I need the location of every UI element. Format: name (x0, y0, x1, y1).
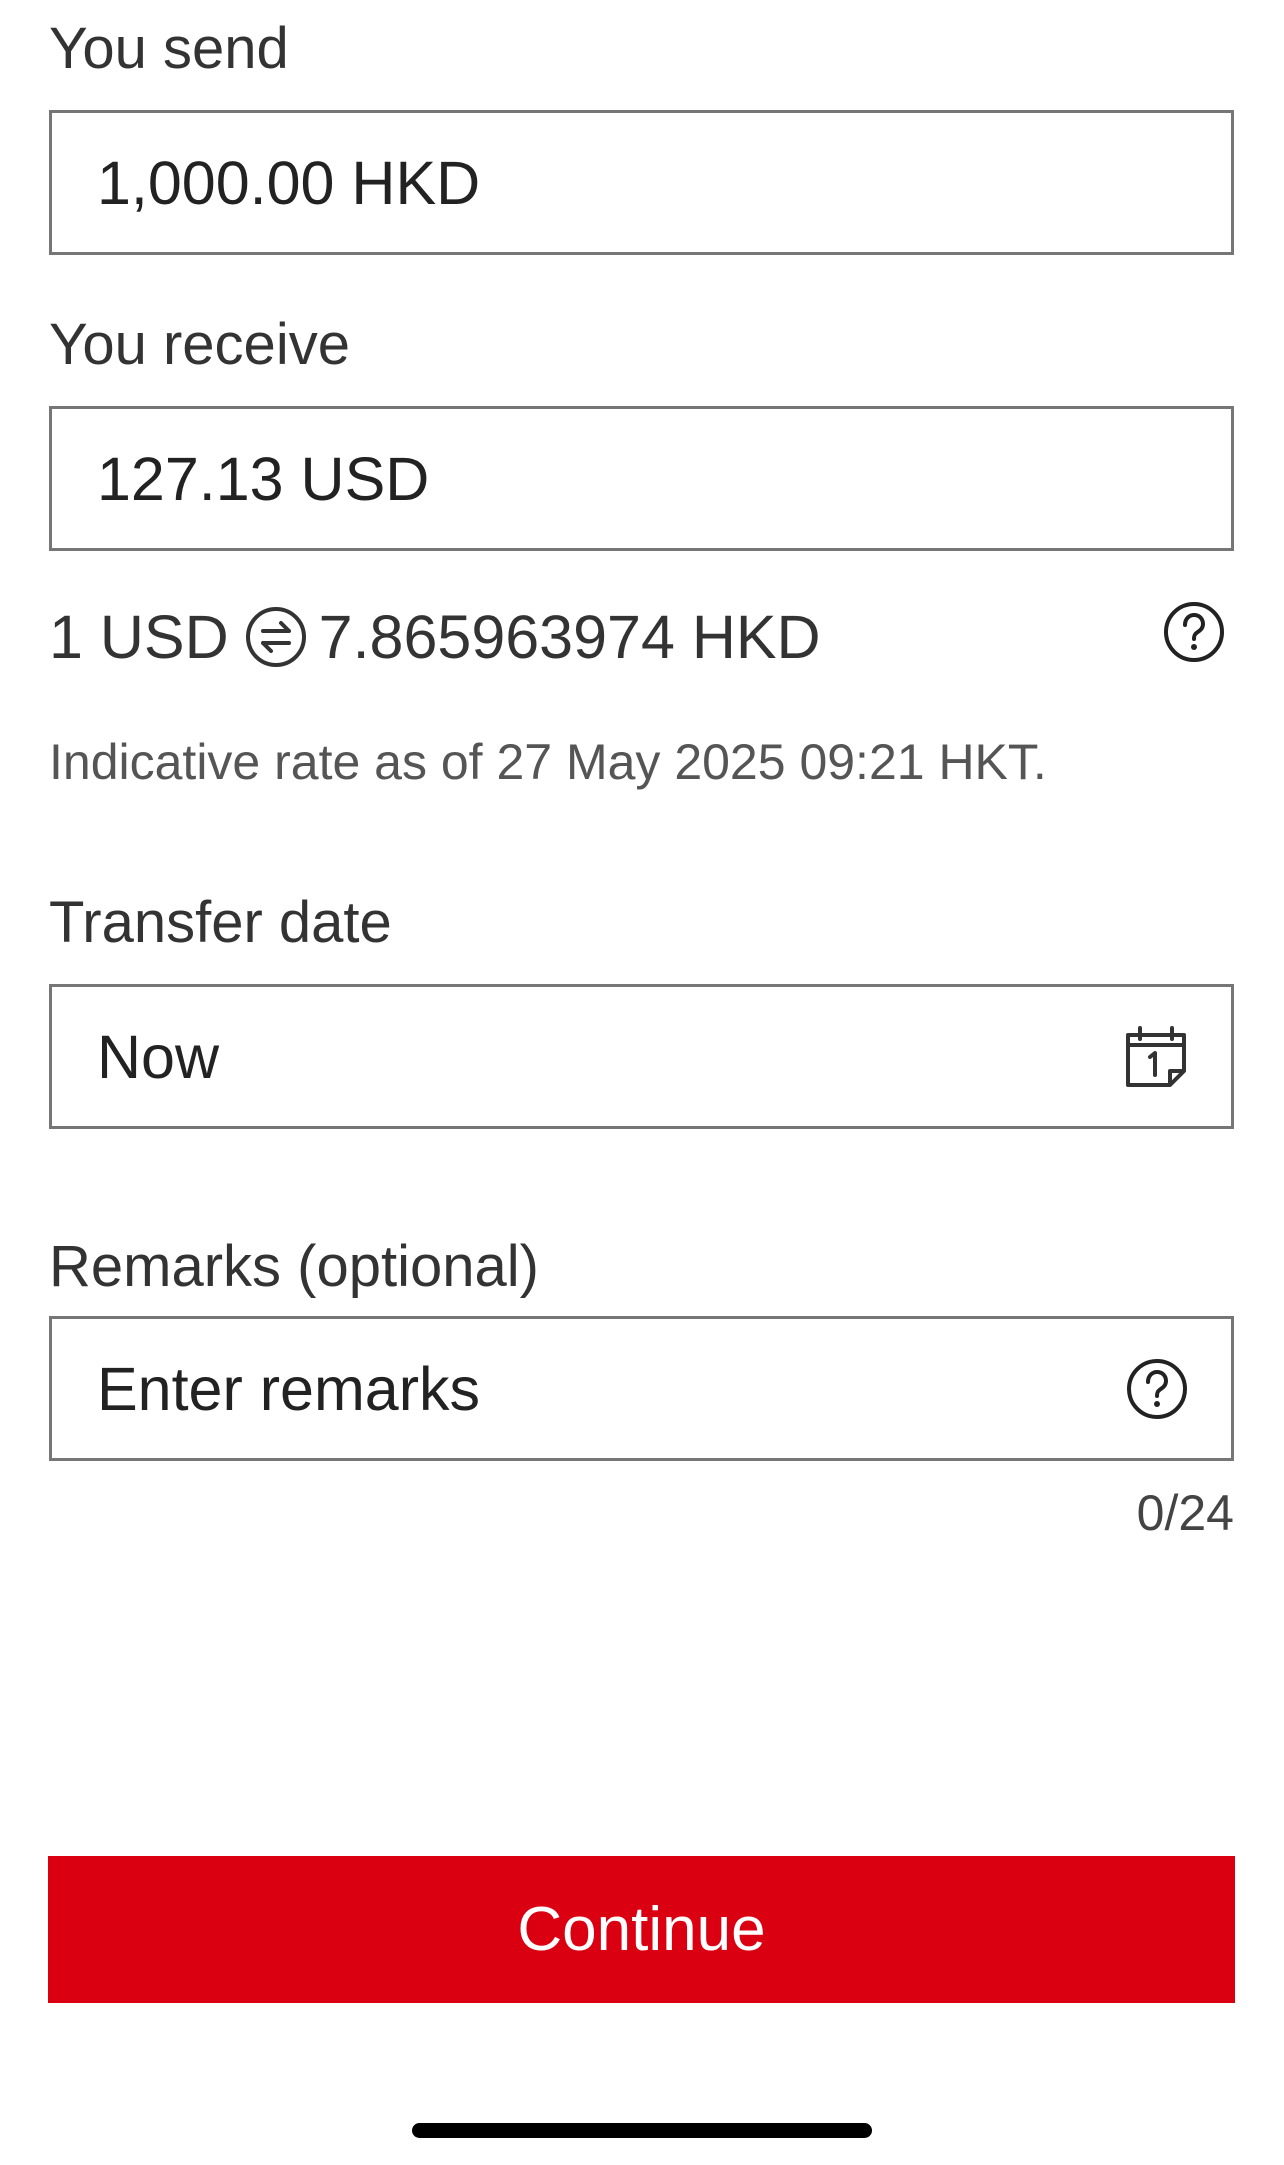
send-amount-field[interactable]: 1,000.00 HKD (49, 110, 1234, 255)
remarks-help-question-icon[interactable] (1126, 1358, 1188, 1420)
receive-label: You receive (49, 312, 350, 377)
receive-amount-field[interactable]: 127.13 USD (49, 406, 1234, 551)
calendar-icon[interactable] (1124, 1025, 1188, 1089)
rate-help-question-icon[interactable] (1163, 601, 1225, 668)
send-amount-value: 1,000.00 HKD (97, 148, 481, 217)
exchange-rate-row: 1 USD 7.865963974 HKD (49, 602, 821, 672)
receive-amount-value: 127.13 USD (97, 444, 430, 513)
send-label: You send (49, 16, 289, 81)
remarks-placeholder: Enter remarks (97, 1354, 481, 1423)
rate-base-currency: 1 USD (49, 603, 229, 671)
remarks-input[interactable]: Enter remarks (49, 1316, 1234, 1461)
transfer-date-label: Transfer date (49, 890, 392, 955)
remarks-character-counter: 0/24 (1136, 1485, 1234, 1541)
remarks-label: Remarks (optional) (49, 1234, 539, 1299)
home-indicator[interactable] (412, 2123, 872, 2138)
indicative-rate-note: Indicative rate as of 27 May 2025 09:21 … (49, 734, 1047, 790)
swap-arrows-icon (245, 606, 307, 668)
transfer-date-field[interactable]: Now (49, 984, 1234, 1129)
rate-quote-value: 7.865963974 HKD (318, 603, 821, 671)
transfer-date-value: Now (97, 1022, 220, 1091)
continue-button[interactable]: Continue (48, 1856, 1235, 2003)
